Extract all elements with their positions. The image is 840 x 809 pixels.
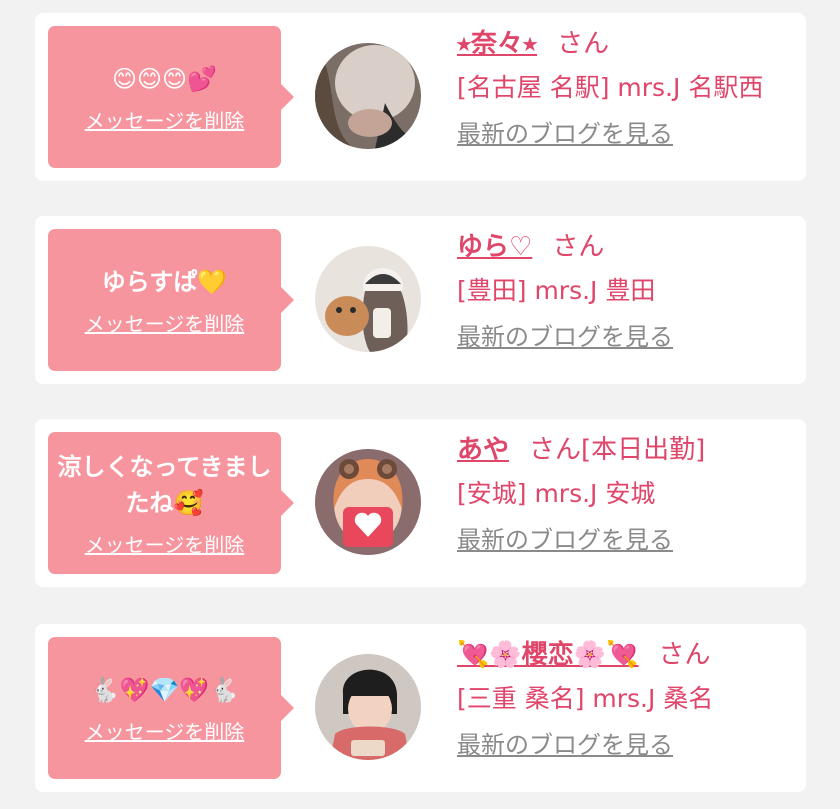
status-badge: [本日出勤] — [581, 435, 706, 465]
latest-blog-link[interactable]: 最新のブログを見る — [457, 119, 673, 149]
avatar[interactable] — [315, 654, 421, 760]
honorific: さん — [658, 640, 711, 670]
honorific: さん — [552, 232, 605, 262]
message-text: 涼しくなってきましたね🥰 — [57, 452, 272, 517]
favorite-card: 涼しくなってきましたね🥰 メッセージを削除 あや さん[本日出勤] [安城] mr… — [35, 419, 806, 587]
message-bubble: 🐇💖💎💖🐇 メッセージを削除 — [48, 637, 294, 779]
delete-message-link[interactable]: メッセージを削除 — [85, 105, 245, 134]
latest-blog-link[interactable]: 最新のブログを見る — [457, 322, 673, 352]
shop-name: [豊田] mrs.J 豊田 — [457, 276, 656, 305]
delete-message-link[interactable]: メッセージを削除 — [85, 308, 245, 337]
message-bubble: 😊😊😊💕 メッセージを削除 — [48, 26, 294, 168]
latest-blog-link[interactable]: 最新のブログを見る — [457, 525, 673, 555]
cast-info: ⭑奈々⭑ さん [名古屋 名駅] mrs.J 名駅西 最新のブログを見る — [457, 27, 796, 149]
cast-info: 💘🌸櫻恋🌸💘 さん [三重 桑名] mrs.J 桑名 最新のブログを見る — [457, 638, 796, 760]
shop-name: [三重 桑名] mrs.J 桑名 — [457, 684, 714, 713]
honorific: さん — [557, 29, 610, 59]
favorite-card: 😊😊😊💕 メッセージを削除 ⭑奈々⭑ さん [名古屋 名駅] mrs.J 名駅西 … — [35, 13, 806, 181]
favorite-card: ゆらすぱ💛 メッセージを削除 ゆら♡ さん [豊田] mrs.J 豊田 最新のブロ… — [35, 216, 806, 384]
cast-name-link[interactable]: ⭑奈々⭑ — [457, 29, 537, 59]
latest-blog-link[interactable]: 最新のブログを見る — [457, 730, 673, 760]
message-bubble: 涼しくなってきましたね🥰 メッセージを削除 — [48, 432, 294, 574]
favorites-list: 😊😊😊💕 メッセージを削除 ⭑奈々⭑ さん [名古屋 名駅] mrs.J 名駅西 … — [0, 0, 840, 809]
cast-name-link[interactable]: 💘🌸櫻恋🌸💘 — [457, 640, 639, 670]
avatar[interactable] — [315, 246, 421, 352]
favorite-card: 🐇💖💎💖🐇 メッセージを削除 💘🌸櫻恋🌸💘 さん [三重 桑名] mrs.J 桑名… — [35, 624, 806, 792]
message-text: 🐇💖💎💖🐇 — [89, 675, 240, 704]
avatar[interactable] — [315, 43, 421, 149]
cast-name-link[interactable]: あや — [457, 435, 509, 465]
message-bubble: ゆらすぱ💛 メッセージを削除 — [48, 229, 294, 371]
shop-name: [安城] mrs.J 安城 — [457, 479, 656, 508]
avatar[interactable] — [315, 449, 421, 555]
shop-name: [名古屋 名駅] mrs.J 名駅西 — [457, 73, 764, 102]
message-text: ゆらすぱ💛 — [101, 267, 228, 296]
delete-message-link[interactable]: メッセージを削除 — [85, 716, 245, 745]
delete-message-link[interactable]: メッセージを削除 — [85, 529, 245, 558]
honorific: さん — [529, 435, 582, 465]
cast-name-link[interactable]: ゆら♡ — [457, 232, 532, 262]
cast-info: ゆら♡ さん [豊田] mrs.J 豊田 最新のブログを見る — [457, 230, 796, 352]
message-text: 😊😊😊💕 — [112, 64, 217, 93]
cast-info: あや さん[本日出勤] [安城] mrs.J 安城 最新のブログを見る — [457, 433, 796, 555]
